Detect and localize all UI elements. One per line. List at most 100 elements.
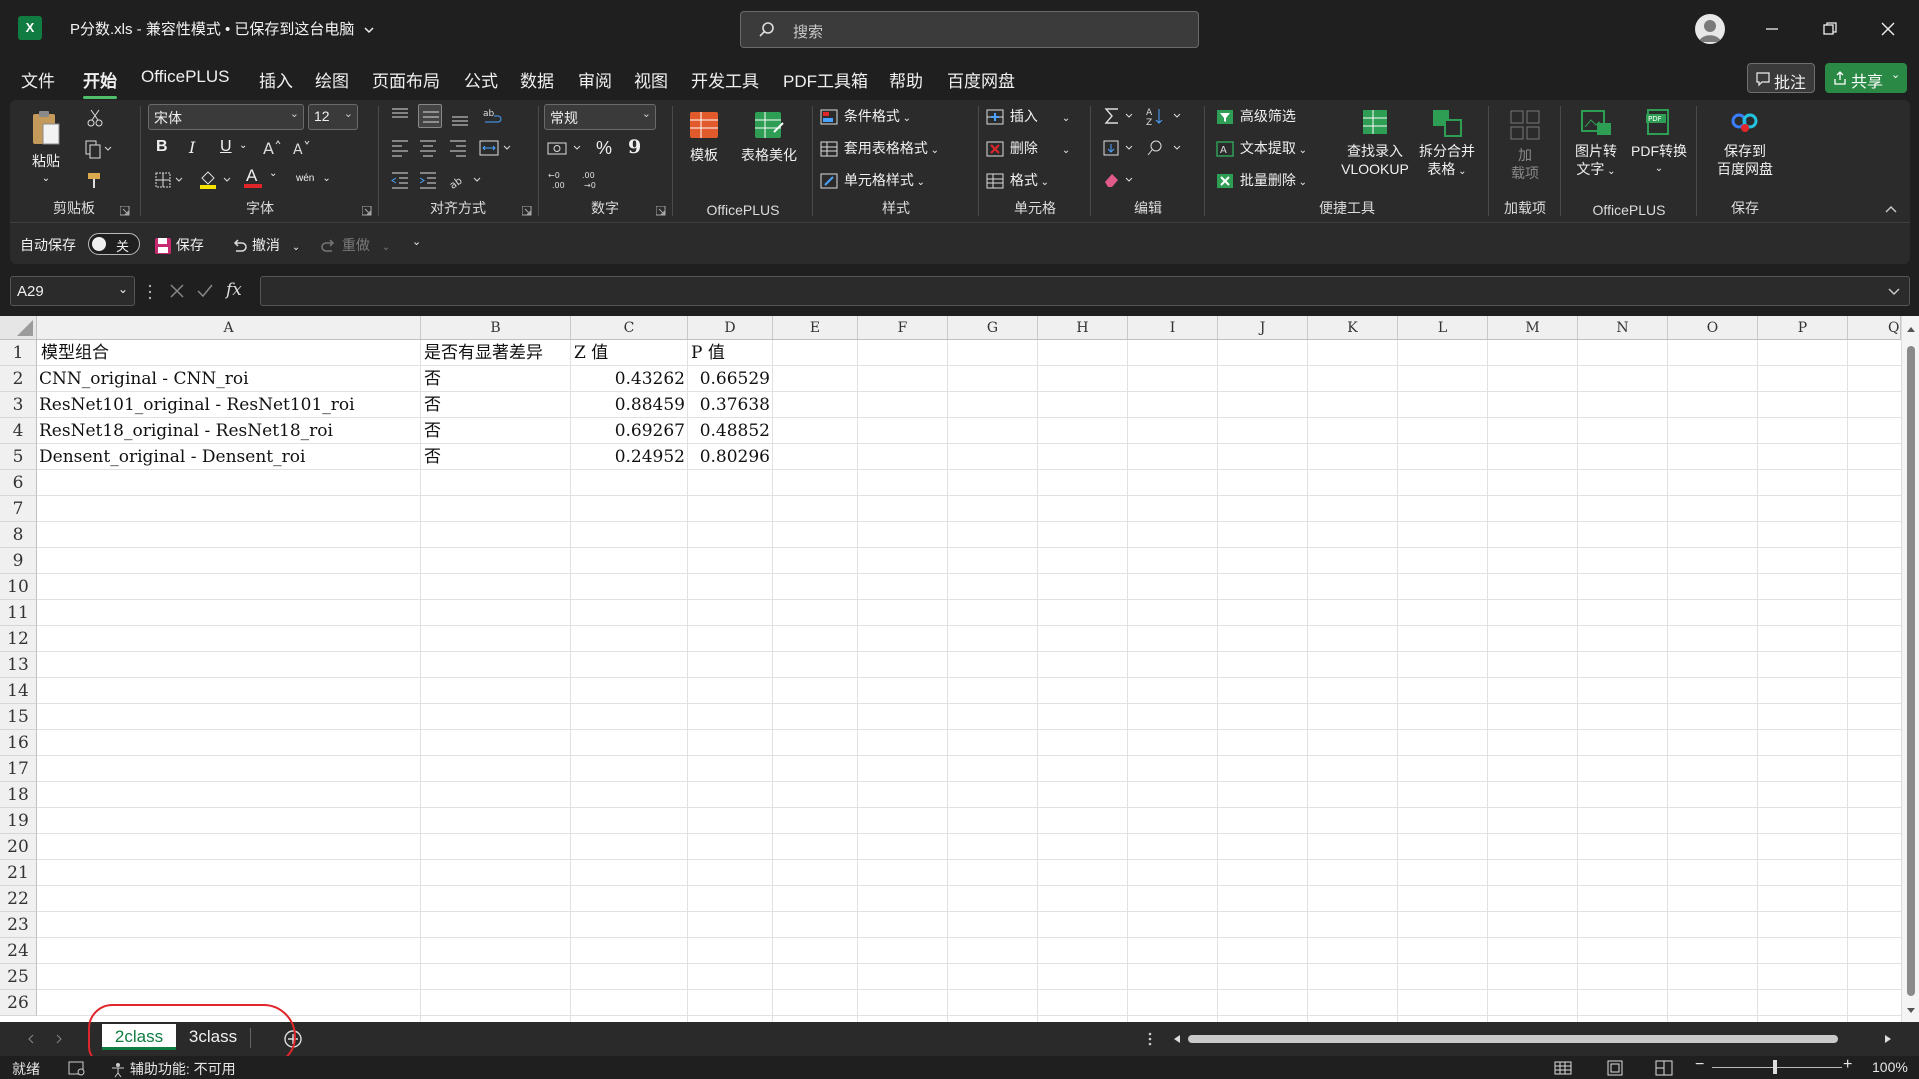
- chevron-down-icon[interactable]: ⌄: [292, 242, 300, 253]
- cell-B1[interactable]: 是否有显著差异: [424, 340, 570, 366]
- dialog-launcher-icon[interactable]: [656, 206, 666, 216]
- row-header[interactable]: 16: [0, 730, 37, 756]
- scrollbar-thumb[interactable]: [1188, 1035, 1838, 1043]
- name-box[interactable]: A29 ⌄: [10, 276, 135, 306]
- tab-file[interactable]: 文件: [21, 67, 55, 92]
- cell-D4[interactable]: 0.48852: [689, 418, 770, 444]
- row-header[interactable]: 19: [0, 808, 37, 834]
- macro-recording-icon[interactable]: [67, 1060, 87, 1076]
- document-title[interactable]: P分数.xls - 兼容性模式 • 已保存到这台电脑: [70, 18, 375, 39]
- bold-button[interactable]: B: [156, 138, 168, 156]
- share-button[interactable]: 共享 ⌄: [1825, 63, 1907, 93]
- increase-indent-icon[interactable]: [418, 170, 438, 190]
- cell-C2[interactable]: 0.43262: [572, 366, 685, 392]
- template-button[interactable]: 模板: [682, 108, 726, 164]
- row-header[interactable]: 3: [0, 392, 37, 418]
- column-header[interactable]: J: [1218, 316, 1308, 340]
- comma-style-button[interactable]: 9: [628, 136, 641, 158]
- row-header[interactable]: 2: [0, 366, 37, 392]
- tab-baidu-netdisk[interactable]: 百度网盘: [947, 67, 1015, 92]
- row-header[interactable]: 9: [0, 548, 37, 574]
- row-header[interactable]: 8: [0, 522, 37, 548]
- tab-insert[interactable]: 插入: [259, 67, 293, 92]
- column-header[interactable]: G: [948, 316, 1038, 340]
- tab-help[interactable]: 帮助: [889, 67, 923, 92]
- row-header[interactable]: 7: [0, 496, 37, 522]
- scrollbar-thumb[interactable]: [1907, 346, 1915, 996]
- scroll-left-icon[interactable]: [1172, 1033, 1182, 1045]
- increase-decimal-icon[interactable]: ←0.00: [548, 170, 572, 190]
- cell-styles-button[interactable]: 单元格样式 ⌄: [820, 170, 925, 190]
- font-size-dropdown[interactable]: 12 ⌄: [308, 104, 358, 130]
- addins-button[interactable]: 加 载项: [1500, 108, 1550, 182]
- scroll-right-icon[interactable]: [1883, 1033, 1893, 1045]
- column-header[interactable]: M: [1488, 316, 1578, 340]
- scroll-down-icon[interactable]: [1905, 1006, 1917, 1016]
- cell-B3[interactable]: 否: [424, 392, 564, 418]
- cell-B4[interactable]: 否: [424, 418, 564, 444]
- underline-button[interactable]: U: [220, 138, 232, 156]
- comments-button[interactable]: 批注: [1747, 63, 1815, 93]
- batch-delete-button[interactable]: 批量删除 ⌄: [1216, 170, 1307, 190]
- vlookup-button[interactable]: 查找录入 VLOOKUP: [1340, 108, 1410, 178]
- cell-C3[interactable]: 0.88459: [572, 392, 685, 418]
- share-dropdown-icon[interactable]: ⌄: [1891, 68, 1900, 81]
- column-header[interactable]: F: [858, 316, 948, 340]
- column-header[interactable]: D: [688, 316, 773, 340]
- redo-button[interactable]: 重做 ⌄: [320, 235, 390, 255]
- insert-cells-button[interactable]: 插入 ⌄: [986, 106, 1070, 126]
- column-header[interactable]: L: [1398, 316, 1488, 340]
- row-header[interactable]: 10: [0, 574, 37, 600]
- dialog-launcher-icon[interactable]: [120, 206, 130, 216]
- horizontal-scrollbar[interactable]: [1170, 1030, 1895, 1048]
- tab-developer[interactable]: 开发工具: [691, 67, 759, 92]
- cell-A4[interactable]: ResNet18_original - ResNet18_roi: [39, 418, 417, 444]
- customize-qat-icon[interactable]: ⌄: [412, 235, 421, 248]
- wrap-text-icon[interactable]: ab: [482, 106, 504, 126]
- zoom-slider-thumb[interactable]: [1773, 1060, 1777, 1074]
- row-header[interactable]: 1: [0, 340, 37, 366]
- prev-sheet-icon[interactable]: [26, 1033, 36, 1045]
- accessibility-status[interactable]: 辅助功能: 不可用: [110, 1059, 236, 1079]
- tab-pdf-toolbox[interactable]: PDF工具箱: [783, 67, 868, 92]
- column-header[interactable]: H: [1038, 316, 1128, 340]
- cell-D1[interactable]: P 值: [691, 340, 771, 366]
- account-avatar[interactable]: [1695, 14, 1725, 44]
- row-header[interactable]: 14: [0, 678, 37, 704]
- decrease-decimal-icon[interactable]: .00→0: [582, 170, 606, 190]
- tab-formulas[interactable]: 公式: [464, 67, 498, 92]
- insert-function-button[interactable]: fx: [226, 280, 242, 300]
- column-header[interactable]: B: [421, 316, 571, 340]
- row-header[interactable]: 12: [0, 626, 37, 652]
- row-header[interactable]: 24: [0, 938, 37, 964]
- borders-icon[interactable]: [154, 170, 186, 190]
- decrease-indent-icon[interactable]: [390, 170, 410, 190]
- column-header[interactable]: N: [1578, 316, 1668, 340]
- row-header[interactable]: 21: [0, 860, 37, 886]
- italic-button[interactable]: I: [189, 138, 195, 157]
- format-cells-button[interactable]: 格式 ⌄: [986, 170, 1049, 190]
- number-format-dropdown[interactable]: 常规 ⌄: [544, 104, 656, 130]
- fill-icon[interactable]: [1102, 138, 1138, 158]
- dialog-launcher-icon[interactable]: [522, 206, 532, 216]
- phonetic-button[interactable]: wén ⌄: [296, 168, 336, 184]
- column-header[interactable]: E: [773, 316, 858, 340]
- column-header[interactable]: C: [571, 316, 688, 340]
- increase-font-size-icon[interactable]: A: [262, 138, 282, 158]
- enter-icon[interactable]: [196, 282, 214, 300]
- row-header[interactable]: 17: [0, 756, 37, 782]
- fill-color-icon[interactable]: [198, 168, 238, 190]
- decrease-font-size-icon[interactable]: A: [292, 138, 312, 158]
- close-button[interactable]: [1868, 10, 1908, 48]
- cell-B5[interactable]: 否: [424, 444, 564, 470]
- image-to-text-button[interactable]: 图片转 文字 ⌄: [1568, 108, 1624, 181]
- autosum-icon[interactable]: [1102, 106, 1138, 126]
- align-top-icon[interactable]: [390, 106, 410, 126]
- save-button[interactable]: 保存: [154, 235, 204, 255]
- conditional-formatting-button[interactable]: 条件格式 ⌄: [820, 106, 911, 126]
- collapse-ribbon-icon[interactable]: [1884, 204, 1898, 214]
- cell-D2[interactable]: 0.66529: [689, 366, 770, 392]
- orientation-icon[interactable]: ab: [448, 170, 484, 190]
- scroll-up-icon[interactable]: [1905, 324, 1917, 334]
- merge-center-icon[interactable]: [478, 138, 514, 158]
